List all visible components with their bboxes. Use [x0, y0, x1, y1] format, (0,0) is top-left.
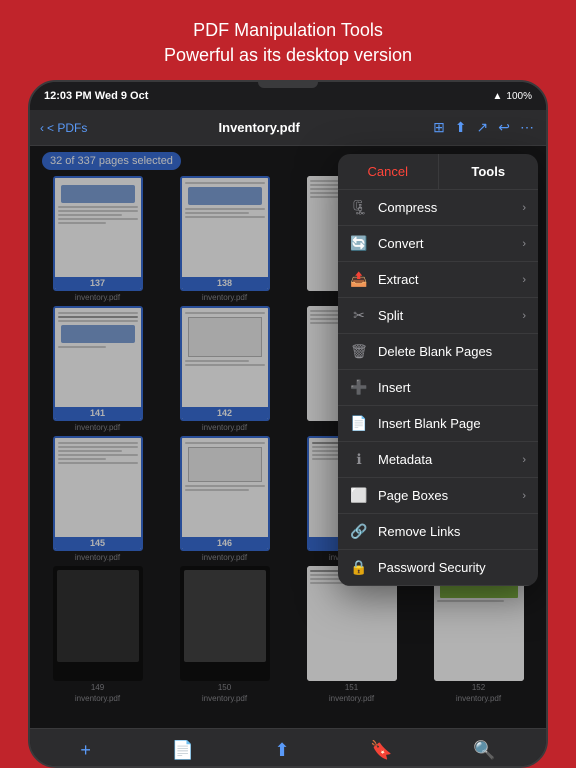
extract-icon: 📤 [350, 271, 368, 288]
tools-dropdown-menu: Cancel Tools 🗜 Compress › 🔄 Convert › 📤 … [338, 154, 538, 586]
menu-section-1: 🗜 Compress › 🔄 Convert › 📤 Extract › ✂ S… [338, 190, 538, 334]
insert-menu-item[interactable]: ➕ Insert [338, 370, 538, 406]
extract-menu-item[interactable]: 📤 Extract › [338, 262, 538, 298]
split-label: Split [378, 308, 512, 323]
tab-document-button[interactable]: 📄 [155, 736, 209, 765]
insert-icon: ➕ [350, 379, 368, 396]
undo-button[interactable]: ↩ [496, 117, 512, 138]
password-security-label: Password Security [378, 560, 526, 575]
status-right: ▲ 100% [493, 91, 532, 102]
metadata-label: Metadata [378, 452, 512, 467]
device-frame: 12:03 PM Wed 9 Oct ▲ 100% ‹ < PDFs Inven… [28, 80, 548, 768]
remove-links-label: Remove Links [378, 524, 526, 539]
convert-icon: 🔄 [350, 235, 368, 252]
camera-bump [258, 82, 318, 88]
toolbar-actions: ⊞ ⬆ ↗ ↩ ⋯ [431, 117, 536, 138]
tab-bar: + 📄 ⬆ 🔖 🔍 [30, 728, 546, 768]
chevron-icon: › [522, 238, 526, 250]
compress-menu-item[interactable]: 🗜 Compress › [338, 190, 538, 226]
insert-blank-menu-item[interactable]: 📄 Insert Blank Page [338, 406, 538, 441]
battery-level: 100% [506, 91, 532, 102]
grid-view-button[interactable]: ⊞ [431, 117, 447, 138]
tab-bookmark-button[interactable]: 🔖 [354, 736, 408, 765]
insert-blank-label: Insert Blank Page [378, 416, 526, 431]
back-arrow-icon: ‹ [40, 121, 44, 135]
more-button[interactable]: ⋯ [518, 117, 536, 138]
metadata-menu-item[interactable]: ℹ Metadata › [338, 442, 538, 478]
marketing-header: PDF Manipulation Tools Powerful as its d… [144, 0, 432, 80]
insert-label: Insert [378, 380, 526, 395]
tools-title: Tools [439, 154, 539, 189]
export-button[interactable]: ↗ [475, 117, 491, 138]
compress-label: Compress [378, 200, 512, 215]
convert-label: Convert [378, 236, 512, 251]
password-security-menu-item[interactable]: 🔒 Password Security [338, 550, 538, 585]
chevron-icon: › [522, 310, 526, 322]
chevron-icon: › [522, 274, 526, 286]
marketing-line2: Powerful as its desktop version [164, 43, 412, 68]
page-boxes-icon: ⬜ [350, 487, 368, 504]
tab-add-button[interactable]: + [64, 736, 107, 765]
cancel-button[interactable]: Cancel [338, 154, 439, 189]
split-menu-item[interactable]: ✂ Split › [338, 298, 538, 333]
menu-section-2: 🗑 Delete Blank Pages ➕ Insert 📄 Insert B… [338, 334, 538, 442]
page-boxes-menu-item[interactable]: ⬜ Page Boxes › [338, 478, 538, 514]
back-button[interactable]: ‹ < PDFs [40, 121, 87, 135]
password-security-icon: 🔒 [350, 559, 368, 576]
document-title: Inventory.pdf [219, 120, 300, 135]
extract-label: Extract [378, 272, 512, 287]
insert-blank-icon: 📄 [350, 415, 368, 432]
tab-share-button[interactable]: ⬆ [259, 736, 306, 765]
share-button[interactable]: ⬆ [453, 117, 469, 138]
chevron-icon: › [522, 202, 526, 214]
compress-icon: 🗜 [350, 199, 368, 216]
wifi-icon: ▲ [493, 91, 503, 102]
chevron-icon: › [522, 490, 526, 502]
split-icon: ✂ [350, 307, 368, 324]
app-toolbar: ‹ < PDFs Inventory.pdf ⊞ ⬆ ↗ ↩ ⋯ [30, 110, 546, 146]
remove-links-icon: 🔗 [350, 523, 368, 540]
main-content: 137 inventory.pdf 1 [30, 146, 546, 728]
delete-blank-menu-item[interactable]: 🗑 Delete Blank Pages [338, 334, 538, 370]
status-time: 12:03 PM Wed 9 Oct [44, 90, 148, 102]
delete-blank-icon: 🗑 [350, 343, 368, 360]
convert-menu-item[interactable]: 🔄 Convert › [338, 226, 538, 262]
delete-blank-label: Delete Blank Pages [378, 344, 526, 359]
remove-links-menu-item[interactable]: 🔗 Remove Links [338, 514, 538, 550]
chevron-icon: › [522, 454, 526, 466]
metadata-icon: ℹ [350, 451, 368, 468]
dropdown-header: Cancel Tools [338, 154, 538, 190]
tab-search-button[interactable]: 🔍 [457, 736, 511, 765]
menu-section-3: ℹ Metadata › ⬜ Page Boxes › 🔗 Remove Lin… [338, 442, 538, 586]
page-boxes-label: Page Boxes [378, 488, 512, 503]
marketing-line1: PDF Manipulation Tools [164, 18, 412, 43]
